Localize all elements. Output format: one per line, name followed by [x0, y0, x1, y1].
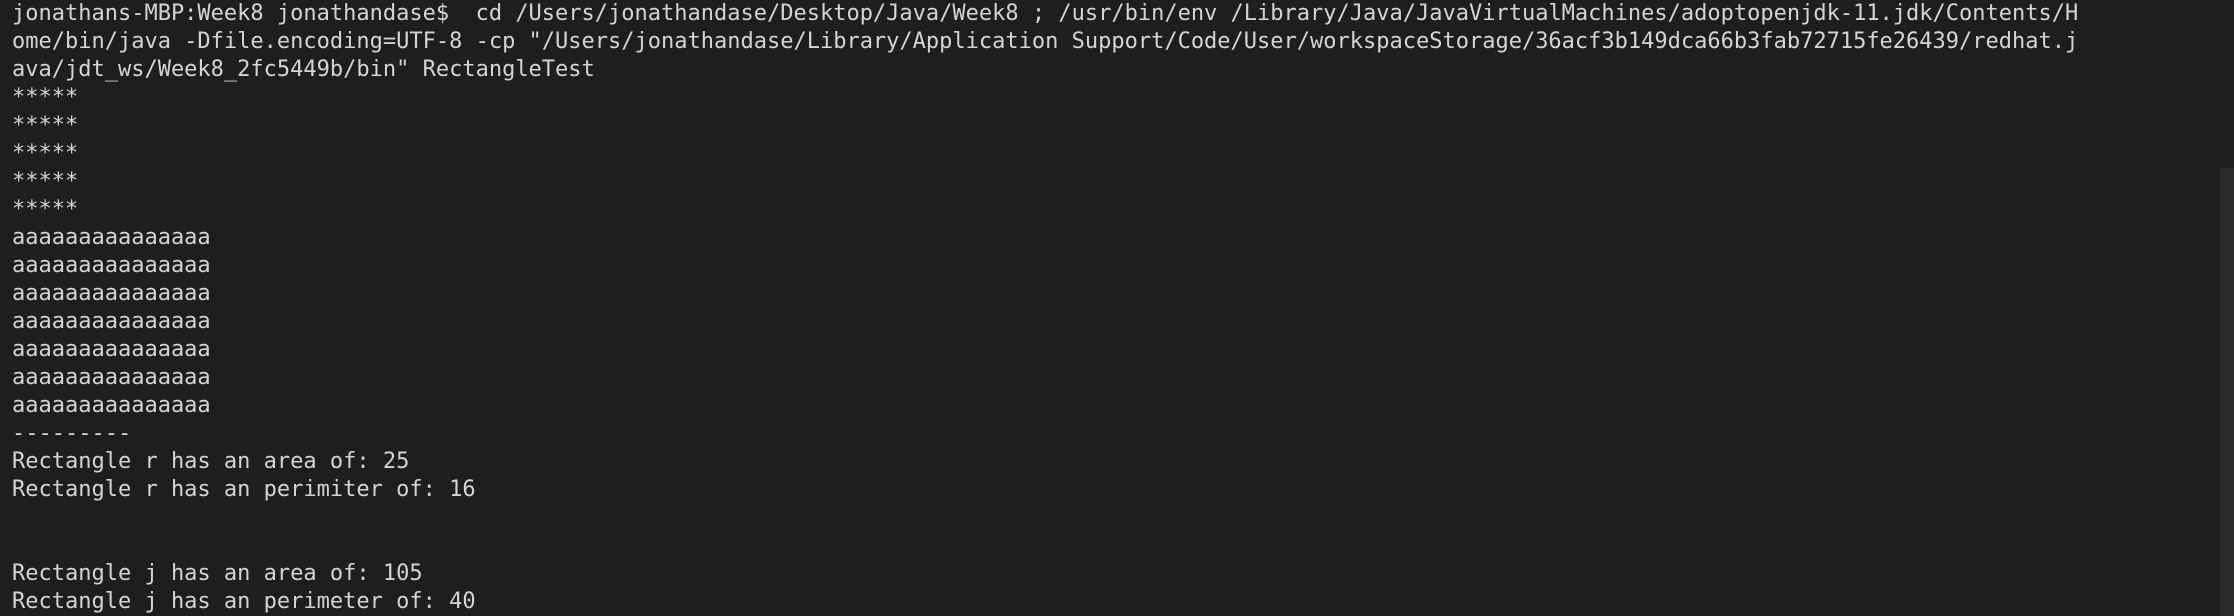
terminal-line-output: Rectangle r has an perimiter of: 16 — [12, 477, 476, 502]
terminal-line-command-2: ome/bin/java -Dfile.encoding=UTF-8 -cp "… — [12, 29, 2079, 54]
terminal-line-output: aaaaaaaaaaaaaaa — [12, 309, 211, 334]
terminal-line-command-3: ava/jdt_ws/Week8_2fc5449b/bin" Rectangle… — [12, 57, 595, 82]
terminal-line-output: aaaaaaaaaaaaaaa — [12, 337, 211, 362]
terminal-output[interactable]: jonathans-MBP:Week8 jonathandase$ cd /Us… — [12, 0, 2214, 616]
scrollbar-thumb[interactable] — [2220, 168, 2234, 616]
terminal-line-output: ***** — [12, 141, 79, 166]
terminal-line-separator: --------- — [12, 421, 132, 446]
terminal-line-output: aaaaaaaaaaaaaaa — [12, 281, 211, 306]
terminal-line-output: aaaaaaaaaaaaaaa — [12, 253, 211, 278]
terminal-line-output: ***** — [12, 169, 79, 194]
terminal-line-output: ***** — [12, 197, 79, 222]
terminal-line-output: ***** — [12, 85, 79, 110]
terminal-line-command-1: jonathans-MBP:Week8 jonathandase$ cd /Us… — [12, 1, 2079, 26]
terminal-line-output: ***** — [12, 113, 79, 138]
terminal-line-output: aaaaaaaaaaaaaaa — [12, 365, 211, 390]
terminal-line-output: Rectangle r has an area of: 25 — [12, 449, 410, 474]
terminal-line-output: aaaaaaaaaaaaaaa — [12, 225, 211, 250]
terminal-line-output: Rectangle j has an perimeter of: 40 — [12, 589, 476, 614]
terminal-panel[interactable]: jonathans-MBP:Week8 jonathandase$ cd /Us… — [0, 0, 2234, 616]
terminal-scrollbar[interactable] — [2220, 0, 2234, 616]
terminal-line-output: aaaaaaaaaaaaaaa — [12, 393, 211, 418]
terminal-line-output: Rectangle j has an area of: 105 — [12, 561, 423, 586]
